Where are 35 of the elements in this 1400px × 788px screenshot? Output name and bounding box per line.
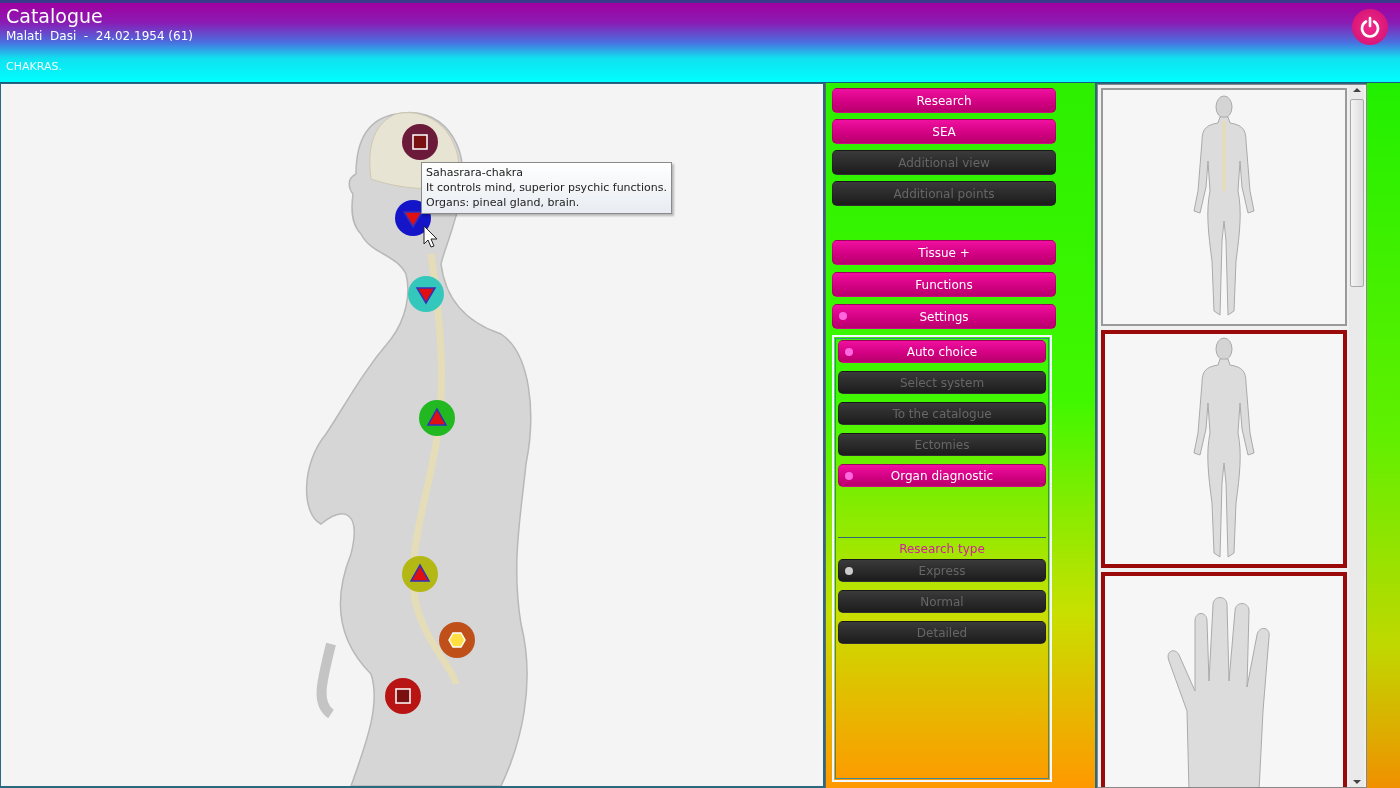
menu-button[interactable]: Settings [832, 304, 1056, 329]
research-type-button[interactable]: Detailed [838, 621, 1046, 644]
power-icon [1359, 16, 1381, 38]
option-button[interactable]: To the catalogue [838, 402, 1046, 425]
scroll-thumb[interactable] [1349, 99, 1364, 287]
chakra-marker[interactable] [402, 124, 438, 160]
menu-button[interactable]: Functions [832, 272, 1056, 297]
chakra-marker[interactable] [419, 400, 455, 436]
scrollbar[interactable] [1349, 85, 1364, 787]
option-button[interactable]: Organ diagnostic [838, 464, 1046, 487]
chakra-marker[interactable] [385, 678, 421, 714]
research-type-button[interactable]: Express [838, 559, 1046, 582]
menu-button[interactable]: Additional view [832, 150, 1056, 175]
view-thumbnail[interactable] [1101, 330, 1347, 568]
tooltip-organs: Organs: pineal gland, brain. [426, 195, 581, 210]
view-thumbnail[interactable] [1101, 572, 1347, 787]
option-button[interactable]: Select system [838, 371, 1046, 394]
patient-info: Malati Dasi - 24.02.1954 (61) [6, 28, 193, 44]
tooltip-description: It controls mind, superior psychic functions. [426, 180, 667, 195]
chakra-marker[interactable] [439, 622, 475, 658]
research-type-button[interactable]: Normal [838, 590, 1046, 613]
chakra-marker[interactable] [408, 276, 444, 312]
mouse-pointer-icon [423, 225, 438, 248]
view-thumbnail[interactable] [1101, 88, 1347, 326]
option-button[interactable]: Ectomies [838, 433, 1046, 456]
chakra-marker[interactable] [402, 556, 438, 592]
menu-button[interactable]: Additional points [832, 181, 1056, 206]
power-button[interactable] [1352, 9, 1388, 45]
window-title: Catalogue [6, 4, 104, 28]
menu-button[interactable]: Tissue + [832, 240, 1056, 265]
section-label: CHAKRAS. [6, 60, 63, 74]
option-button[interactable]: Auto choice [838, 340, 1046, 363]
menu-button[interactable]: Research [832, 88, 1056, 113]
menu-button[interactable]: SEA [832, 119, 1056, 144]
tooltip-title: Sahasrara-chakra [426, 165, 525, 180]
